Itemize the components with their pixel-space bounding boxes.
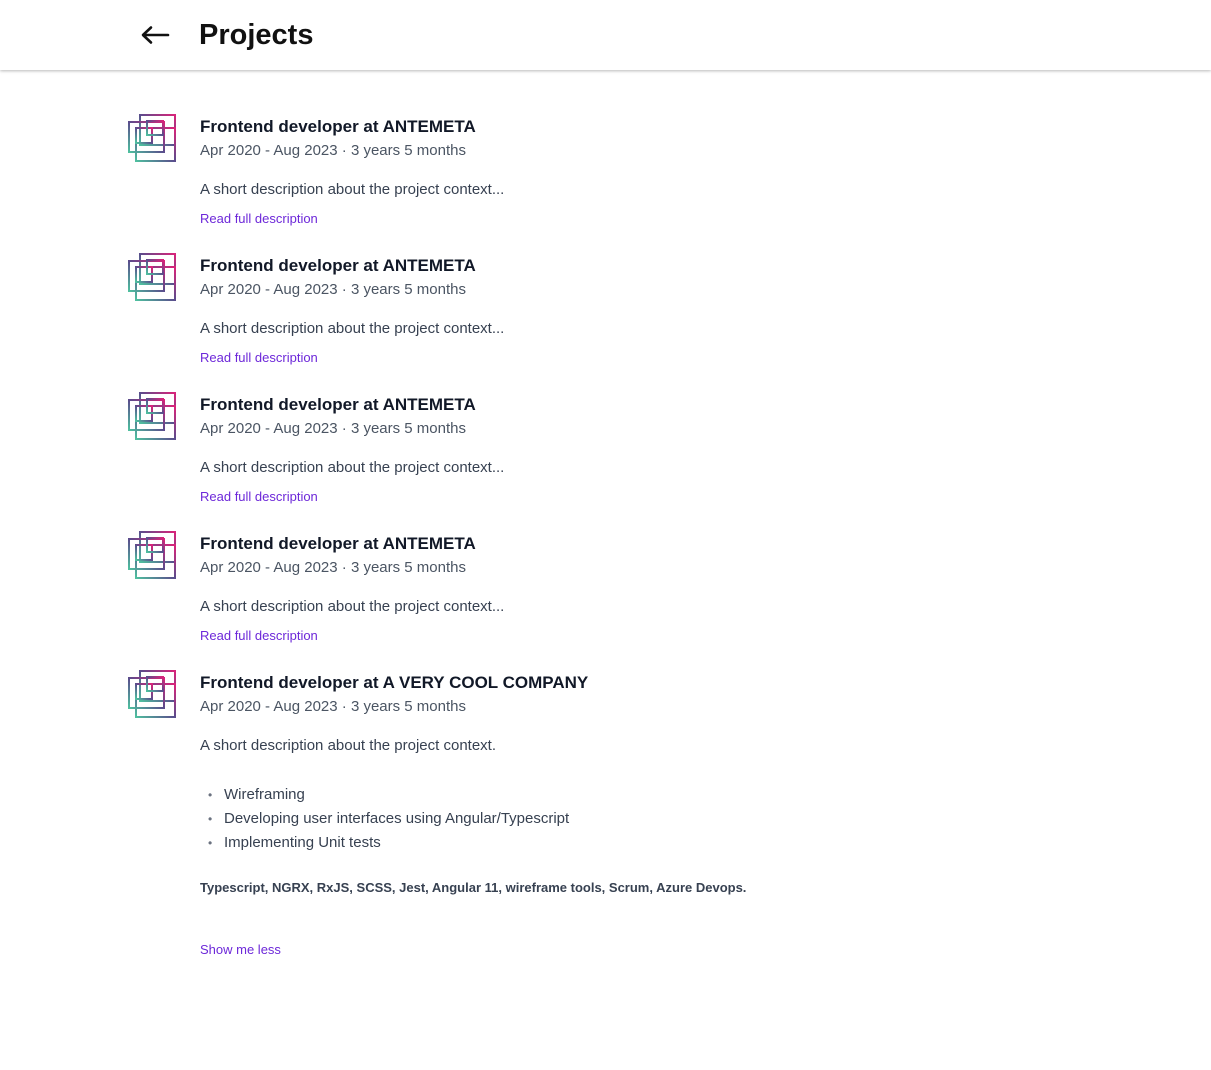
project-title: Frontend developer at A VERY COOL COMPAN… <box>200 673 589 692</box>
task-text: Implementing Unit tests <box>224 834 381 851</box>
read-full-description-link[interactable]: Read full description <box>200 627 318 645</box>
project-description: A short description about the project co… <box>200 737 497 754</box>
project-dates: Apr 2020 - Aug 2023 · 3 years 5 months <box>200 281 466 298</box>
project-tasks-list: • Wireframing • Developing user interfaces… <box>208 783 569 855</box>
list-item: • Implementing Unit tests <box>208 831 569 855</box>
company-logo-icon <box>128 392 176 440</box>
project-title: Frontend developer at ANTEMETA <box>200 256 476 275</box>
project-title: Frontend developer at ANTEMETA <box>200 395 476 414</box>
bullet-icon: • <box>208 836 213 850</box>
task-text: Wireframing <box>224 786 305 803</box>
list-item: • Wireframing <box>208 783 569 807</box>
company-logo-icon <box>128 670 176 718</box>
read-full-description-link[interactable]: Read full description <box>200 488 318 506</box>
project-dates: Apr 2020 - Aug 2023 · 3 years 5 months <box>200 559 466 576</box>
back-button[interactable] <box>136 17 174 53</box>
company-logo-icon <box>128 114 176 162</box>
task-text: Developing user interfaces using Angular… <box>224 810 570 827</box>
project-description: A short description about the project co… <box>200 459 505 476</box>
page-title: Projects <box>199 19 314 51</box>
list-item: • Developing user interfaces using Angula… <box>208 807 569 831</box>
read-full-description-link[interactable]: Read full description <box>200 210 318 228</box>
project-dates: Apr 2020 - Aug 2023 · 3 years 5 months <box>200 698 466 715</box>
bullet-icon: • <box>208 788 213 802</box>
read-full-description-link[interactable]: Read full description <box>200 349 318 367</box>
project-dates: Apr 2020 - Aug 2023 · 3 years 5 months <box>200 142 466 159</box>
arrow-left-icon <box>141 26 170 44</box>
project-description: A short description about the project co… <box>200 598 505 615</box>
show-me-less-link[interactable]: Show me less <box>200 941 281 959</box>
project-title: Frontend developer at ANTEMETA <box>200 117 476 136</box>
company-logo-icon <box>128 253 176 301</box>
project-title: Frontend developer at ANTEMETA <box>200 534 476 553</box>
top-app-bar: Projects <box>0 0 1211 70</box>
project-technologies: Typescript, NGRX, RxJS, SCSS, Jest, Angu… <box>200 880 747 895</box>
bullet-icon: • <box>208 812 213 826</box>
project-description: A short description about the project co… <box>200 320 505 337</box>
project-description: A short description about the project co… <box>200 181 505 198</box>
company-logo-icon <box>128 531 176 579</box>
project-dates: Apr 2020 - Aug 2023 · 3 years 5 months <box>200 420 466 437</box>
